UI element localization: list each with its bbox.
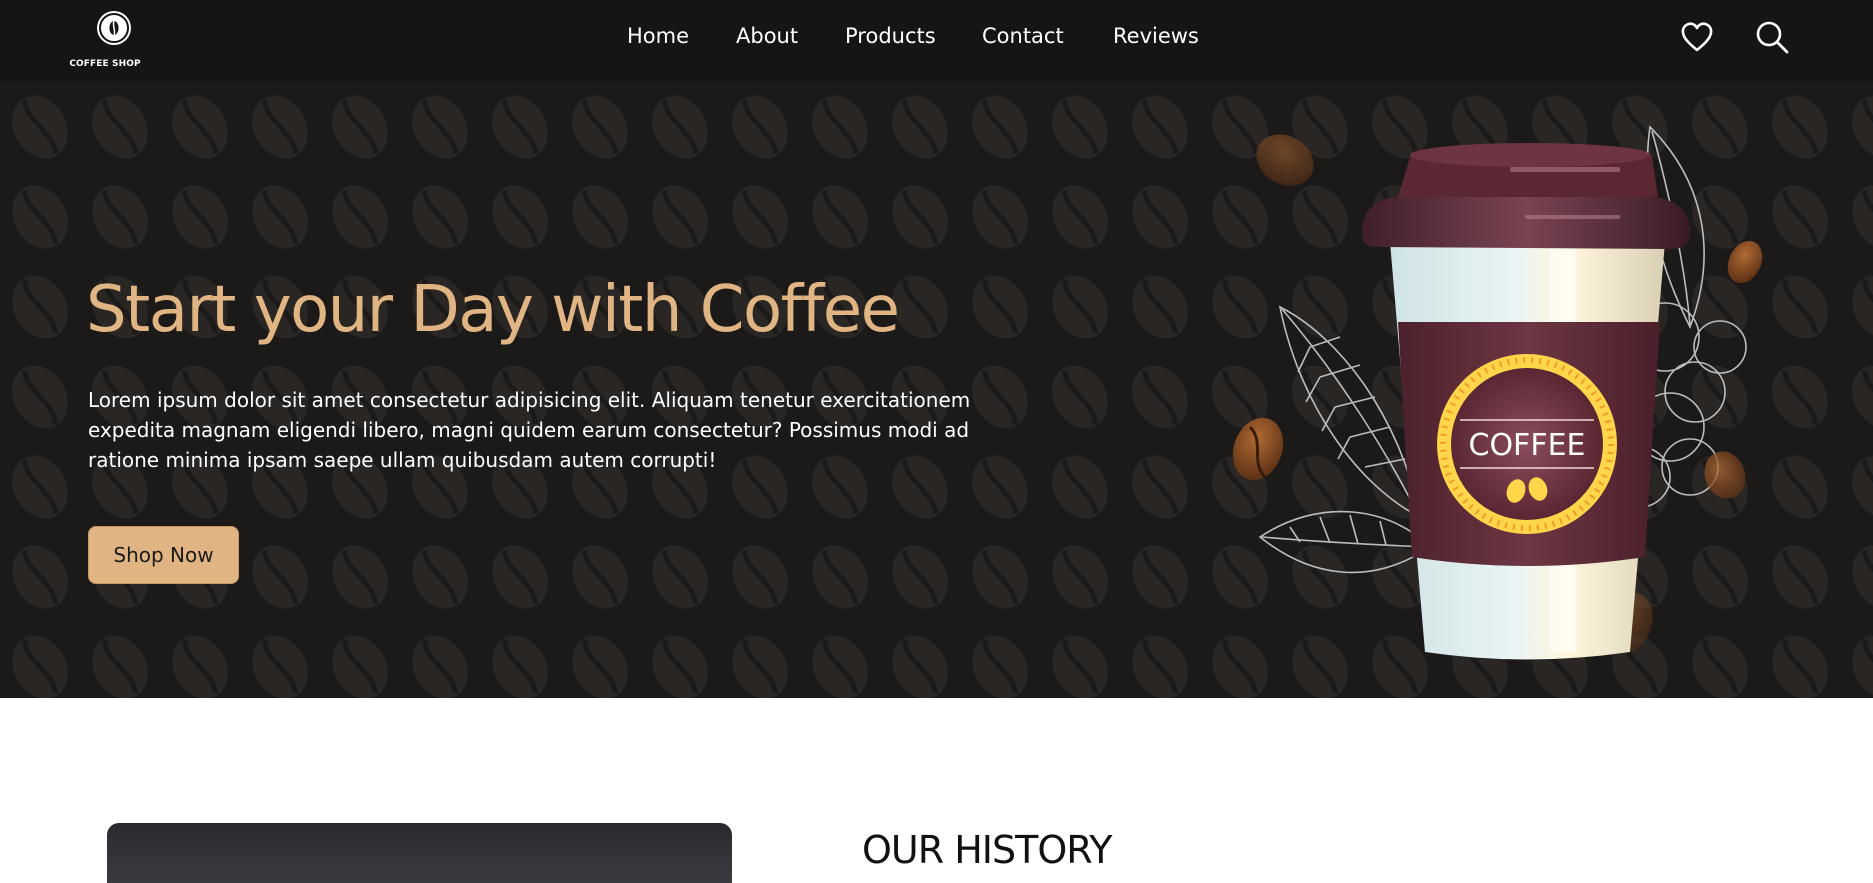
nav-reviews[interactable]: Reviews	[1113, 24, 1199, 48]
nav-about[interactable]: About	[736, 24, 798, 48]
coffee-cup-illustration: COFFEE	[1232, 125, 1763, 660]
logo-text: COFFEE SHOP	[69, 59, 141, 69]
hero-description: Lorem ipsum dolor sit amet consectetur a…	[88, 388, 971, 472]
navbar: COFFEE SHOP Home About Products Contact …	[0, 0, 1873, 82]
nav-contact[interactable]: Contact	[982, 24, 1064, 48]
nav-products[interactable]: Products	[845, 24, 936, 48]
history-photo	[107, 823, 732, 883]
nav-links: Home About Products Contact Reviews	[0, 24, 1873, 54]
heart-icon[interactable]	[1679, 19, 1715, 55]
search-icon[interactable]	[1754, 19, 1790, 55]
nav-home[interactable]: Home	[627, 24, 689, 48]
cup-label: COFFEE	[1469, 428, 1586, 463]
shop-now-button[interactable]: Shop Now	[88, 526, 239, 584]
history-section: OUR HISTORY	[0, 698, 1873, 883]
hero-title: Start your Day with Coffee	[86, 273, 900, 347]
history-title: OUR HISTORY	[862, 828, 1112, 872]
hero-section: Start your Day with Coffee Lorem ipsum d…	[0, 82, 1873, 698]
